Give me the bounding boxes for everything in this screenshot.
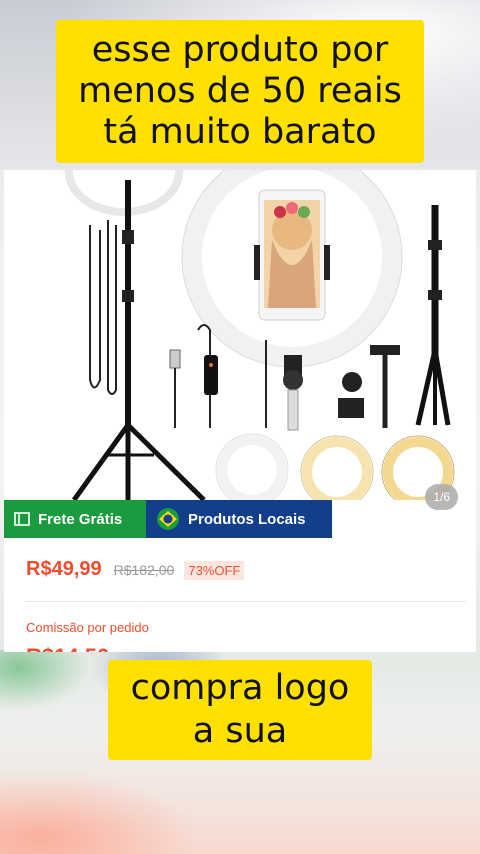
local-products-label: Produtos Locais xyxy=(188,510,306,528)
caption-line: a sua xyxy=(192,711,288,751)
brazil-flag-icon xyxy=(156,507,180,531)
discount-badge: 73%OFF xyxy=(184,561,245,580)
caption-bottom: compra logo a sua xyxy=(108,660,372,760)
background-blur xyxy=(0,650,90,710)
image-counter: 1/6 xyxy=(425,484,458,510)
truck-icon xyxy=(14,512,30,526)
commission-label: Comissão por pedido xyxy=(26,620,149,635)
caption-line: compra logo xyxy=(130,668,350,708)
background-blur xyxy=(0,770,200,854)
local-products-badge: Produtos Locais xyxy=(146,500,332,538)
badge-row: Frete Grátis Produtos Locais xyxy=(4,500,332,538)
caption-top: esse produto por menos de 50 reais tá mu… xyxy=(56,20,424,163)
old-price: R$182,00 xyxy=(113,562,175,578)
product-card[interactable]: 1/6 Frete Grátis Produtos Locais R$49,99… xyxy=(4,170,476,652)
caption-line: menos de 50 reais xyxy=(78,71,402,111)
caption-line: esse produto por xyxy=(91,30,389,70)
product-image[interactable] xyxy=(4,170,476,500)
current-price: R$49,99 xyxy=(26,558,102,580)
commission-value: R$14,50 xyxy=(26,644,109,652)
price-row: R$49,99 R$182,00 73%OFF xyxy=(26,558,245,581)
caption-line: tá muito barato xyxy=(103,112,377,152)
free-shipping-label: Frete Grátis xyxy=(38,510,123,528)
free-shipping-badge: Frete Grátis xyxy=(4,500,146,538)
divider xyxy=(26,601,466,602)
